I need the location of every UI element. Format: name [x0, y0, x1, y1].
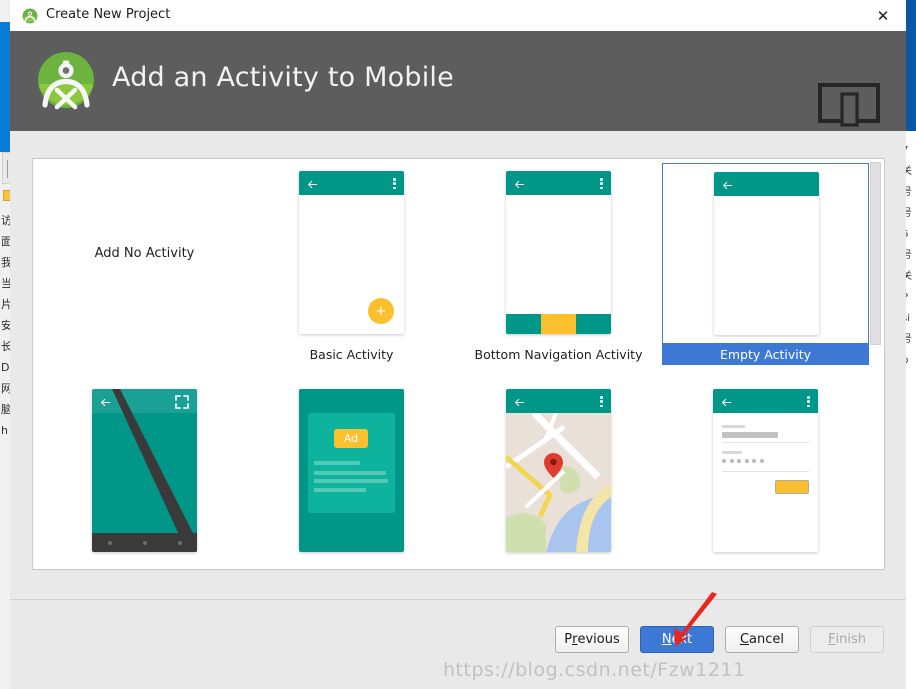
previous-button-pre: P: [564, 632, 572, 647]
content-card: Ad: [308, 413, 395, 513]
create-new-project-dialog: Create New Project ✕ Add an Activity to …: [10, 0, 906, 689]
map-preview: [506, 413, 611, 552]
wizard-header: Add an Activity to Mobile: [10, 31, 906, 131]
thumbnail-maps-activity: [455, 381, 662, 561]
password-dots: [722, 459, 764, 463]
activity-caption-bottom-navigation-activity: Bottom Navigation Activity: [455, 343, 662, 365]
activity-template-gallery[interactable]: Add No Activity: [32, 158, 885, 570]
mobile-device-icon: [818, 83, 880, 127]
field-value: [722, 432, 778, 438]
field-label: [722, 451, 742, 454]
activity-card-login-activity[interactable]: [662, 381, 869, 570]
thumbnail-empty-activity: [662, 163, 869, 343]
phone-mock: Ad: [299, 389, 404, 552]
back-arrow-icon: [721, 395, 732, 406]
back-arrow-icon: [514, 177, 525, 188]
android-studio-logo: [36, 50, 96, 110]
thumbnail-basic-activity: +: [248, 163, 455, 343]
activity-caption-fullscreen-activity: [41, 561, 248, 570]
activity-card-empty-activity[interactable]: Empty Activity: [662, 163, 869, 365]
field-underline: [722, 471, 809, 472]
next-button-mnemonic: N: [662, 632, 672, 647]
dialog-title: Create New Project: [46, 7, 170, 22]
activity-card-basic-activity[interactable]: + Basic Activity: [248, 163, 455, 365]
gallery-scrollbar-thumb[interactable]: [870, 162, 881, 345]
next-button-post: ext: [672, 632, 693, 647]
activity-caption-login-activity: [662, 561, 869, 570]
fullscreen-expand-icon: [175, 395, 189, 409]
finish-button-post: inish: [836, 632, 866, 647]
close-icon[interactable]: ✕: [860, 0, 906, 31]
previous-button[interactable]: Previous: [555, 626, 629, 653]
decorative-diagonal: [92, 389, 197, 552]
gallery-scrollbar-track[interactable]: [869, 160, 883, 570]
wizard-button-row: Previous Next Cancel Finish: [555, 626, 884, 653]
cancel-button[interactable]: Cancel: [725, 626, 799, 653]
floating-action-button-icon: +: [368, 298, 394, 324]
system-navigation-bar: [92, 533, 197, 552]
screen-root: 访面我当片安长D网脑h 7关号号6号关Psi号p Create New Proj…: [0, 0, 916, 689]
android-studio-icon: [22, 8, 38, 24]
activity-caption-basic-activity: Basic Activity: [248, 343, 455, 365]
activity-card-scrolling-activity[interactable]: Ad: [248, 381, 455, 570]
activity-caption-maps-activity: [455, 561, 662, 570]
phone-mock: [506, 171, 611, 334]
field-label: [722, 425, 745, 428]
activity-caption-scrolling-activity: [248, 561, 455, 570]
previous-button-post: evious: [577, 632, 619, 647]
back-arrow-icon: [307, 177, 318, 188]
activity-card-maps-activity[interactable]: [455, 381, 662, 570]
thumbnail-no-activity: Add No Activity: [41, 163, 248, 343]
background-blue-right-bar: [906, 0, 916, 131]
thumbnail-login-activity: [662, 381, 869, 561]
back-arrow-icon: [514, 395, 525, 406]
activity-card-bottom-navigation-activity[interactable]: Bottom Navigation Activity: [455, 163, 662, 365]
activity-card-fullscreen-activity[interactable]: [41, 381, 248, 570]
back-arrow-icon: [722, 178, 733, 189]
phone-mock: [92, 389, 197, 552]
map-marker-icon: [544, 453, 563, 478]
watermark-text: https://blog.csdn.net/Fzw1211: [443, 659, 746, 681]
wizard-content: Add No Activity: [10, 131, 906, 599]
page-title: Add an Activity to Mobile: [112, 62, 454, 93]
ad-badge: Ad: [334, 429, 368, 448]
phone-mock: +: [299, 171, 404, 334]
activity-card-no-activity[interactable]: Add No Activity: [41, 163, 248, 365]
phone-mock: [506, 389, 611, 552]
thumbnail-bottom-navigation-activity: [455, 163, 662, 343]
activity-label-no-activity: Add No Activity: [41, 163, 248, 343]
finish-button-mnemonic: F: [828, 632, 835, 647]
field-underline: [722, 442, 809, 443]
finish-button: Finish: [810, 626, 884, 653]
phone-mock: [713, 389, 818, 552]
phone-mock: [714, 172, 819, 335]
overflow-menu-icon: [600, 396, 603, 407]
activity-caption-no-activity: [41, 343, 248, 365]
bottom-navigation-bar: [506, 314, 611, 334]
overflow-menu-icon: [600, 178, 603, 189]
cancel-button-mnemonic: C: [740, 632, 749, 647]
overflow-menu-icon: [807, 396, 810, 407]
submit-button-mock: [775, 480, 809, 494]
cancel-button-post: ancel: [749, 632, 784, 647]
background-blue-accent-bar: [0, 22, 10, 152]
overflow-menu-icon: [393, 178, 396, 189]
back-arrow-icon: [100, 395, 111, 406]
activity-caption-empty-activity: Empty Activity: [662, 343, 869, 365]
activity-grid: Add No Activity: [33, 159, 872, 569]
next-button[interactable]: Next: [640, 626, 714, 653]
thumbnail-fullscreen-activity: [41, 381, 248, 561]
dialog-titlebar: Create New Project ✕: [10, 0, 906, 32]
thumbnail-scrolling-activity: Ad: [248, 381, 455, 561]
